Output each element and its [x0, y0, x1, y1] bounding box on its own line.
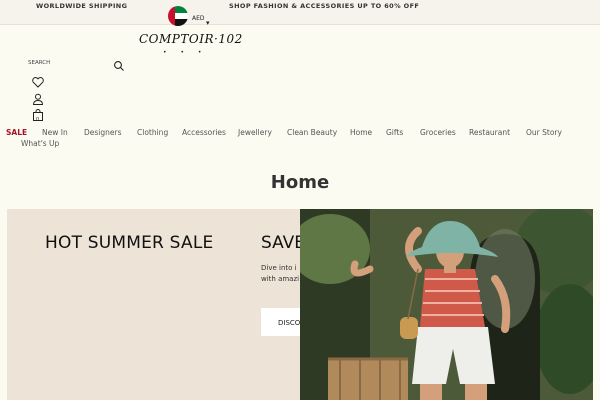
brand-logo[interactable]: COMPTOIR·102 — [139, 32, 243, 46]
announcement-bar: WORLDWIDE SHIPPING SHOP FASHION & ACCESS… — [0, 0, 600, 25]
chevron-down-icon: ▾ — [206, 19, 210, 27]
search-input[interactable]: SEARCH — [28, 60, 50, 66]
nav-item-our-story[interactable]: Our Story — [526, 128, 562, 137]
promo-notice[interactable]: SHOP FASHION & ACCESSORIES UP TO 60% OFF — [229, 2, 419, 10]
woman-in-bucket-hat-photo — [300, 209, 593, 400]
page-title: Home — [270, 172, 330, 193]
nav-item-restaurant[interactable]: Restaurant — [469, 128, 510, 137]
shipping-notice: WORLDWIDE SHIPPING — [36, 2, 128, 10]
nav-item-jewellery[interactable]: Jewellery — [238, 128, 272, 137]
logo-dots: • • • — [163, 49, 208, 56]
nav-item-whats-up[interactable]: What's Up — [21, 139, 59, 148]
search-icon[interactable] — [113, 60, 125, 72]
hero-title: HOT SUMMER SALE — [45, 233, 214, 253]
nav-item-designers[interactable]: Designers — [84, 128, 122, 137]
nav-item-clothing[interactable]: Clothing — [137, 128, 168, 137]
nav-item-clean-beauty[interactable]: Clean Beauty — [287, 128, 337, 137]
nav-item-sale[interactable]: SALE — [6, 128, 27, 137]
nav-item-home[interactable]: Home — [350, 128, 372, 137]
hero-banner: HOT SUMMER SALE SAVE Dive into i with am… — [7, 209, 593, 400]
nav-item-new-in[interactable]: New In — [42, 128, 68, 137]
nav-item-accessories[interactable]: Accessories — [182, 128, 226, 137]
heart-icon[interactable] — [31, 75, 45, 89]
currency-code: AED — [192, 15, 205, 22]
uae-flag-icon — [168, 6, 188, 26]
currency-selector[interactable]: AED ▾ — [168, 6, 216, 27]
hero-heading: SAVE — [261, 233, 306, 253]
main-navigation: SALE New In Designers Clothing Accessori… — [0, 127, 600, 149]
user-icon[interactable] — [31, 92, 45, 106]
nav-item-gifts[interactable]: Gifts — [386, 128, 403, 137]
nav-item-groceries[interactable]: Groceries — [420, 128, 456, 137]
discover-button[interactable]: DISCO — [261, 308, 305, 336]
cart-count: 0 — [36, 117, 40, 123]
